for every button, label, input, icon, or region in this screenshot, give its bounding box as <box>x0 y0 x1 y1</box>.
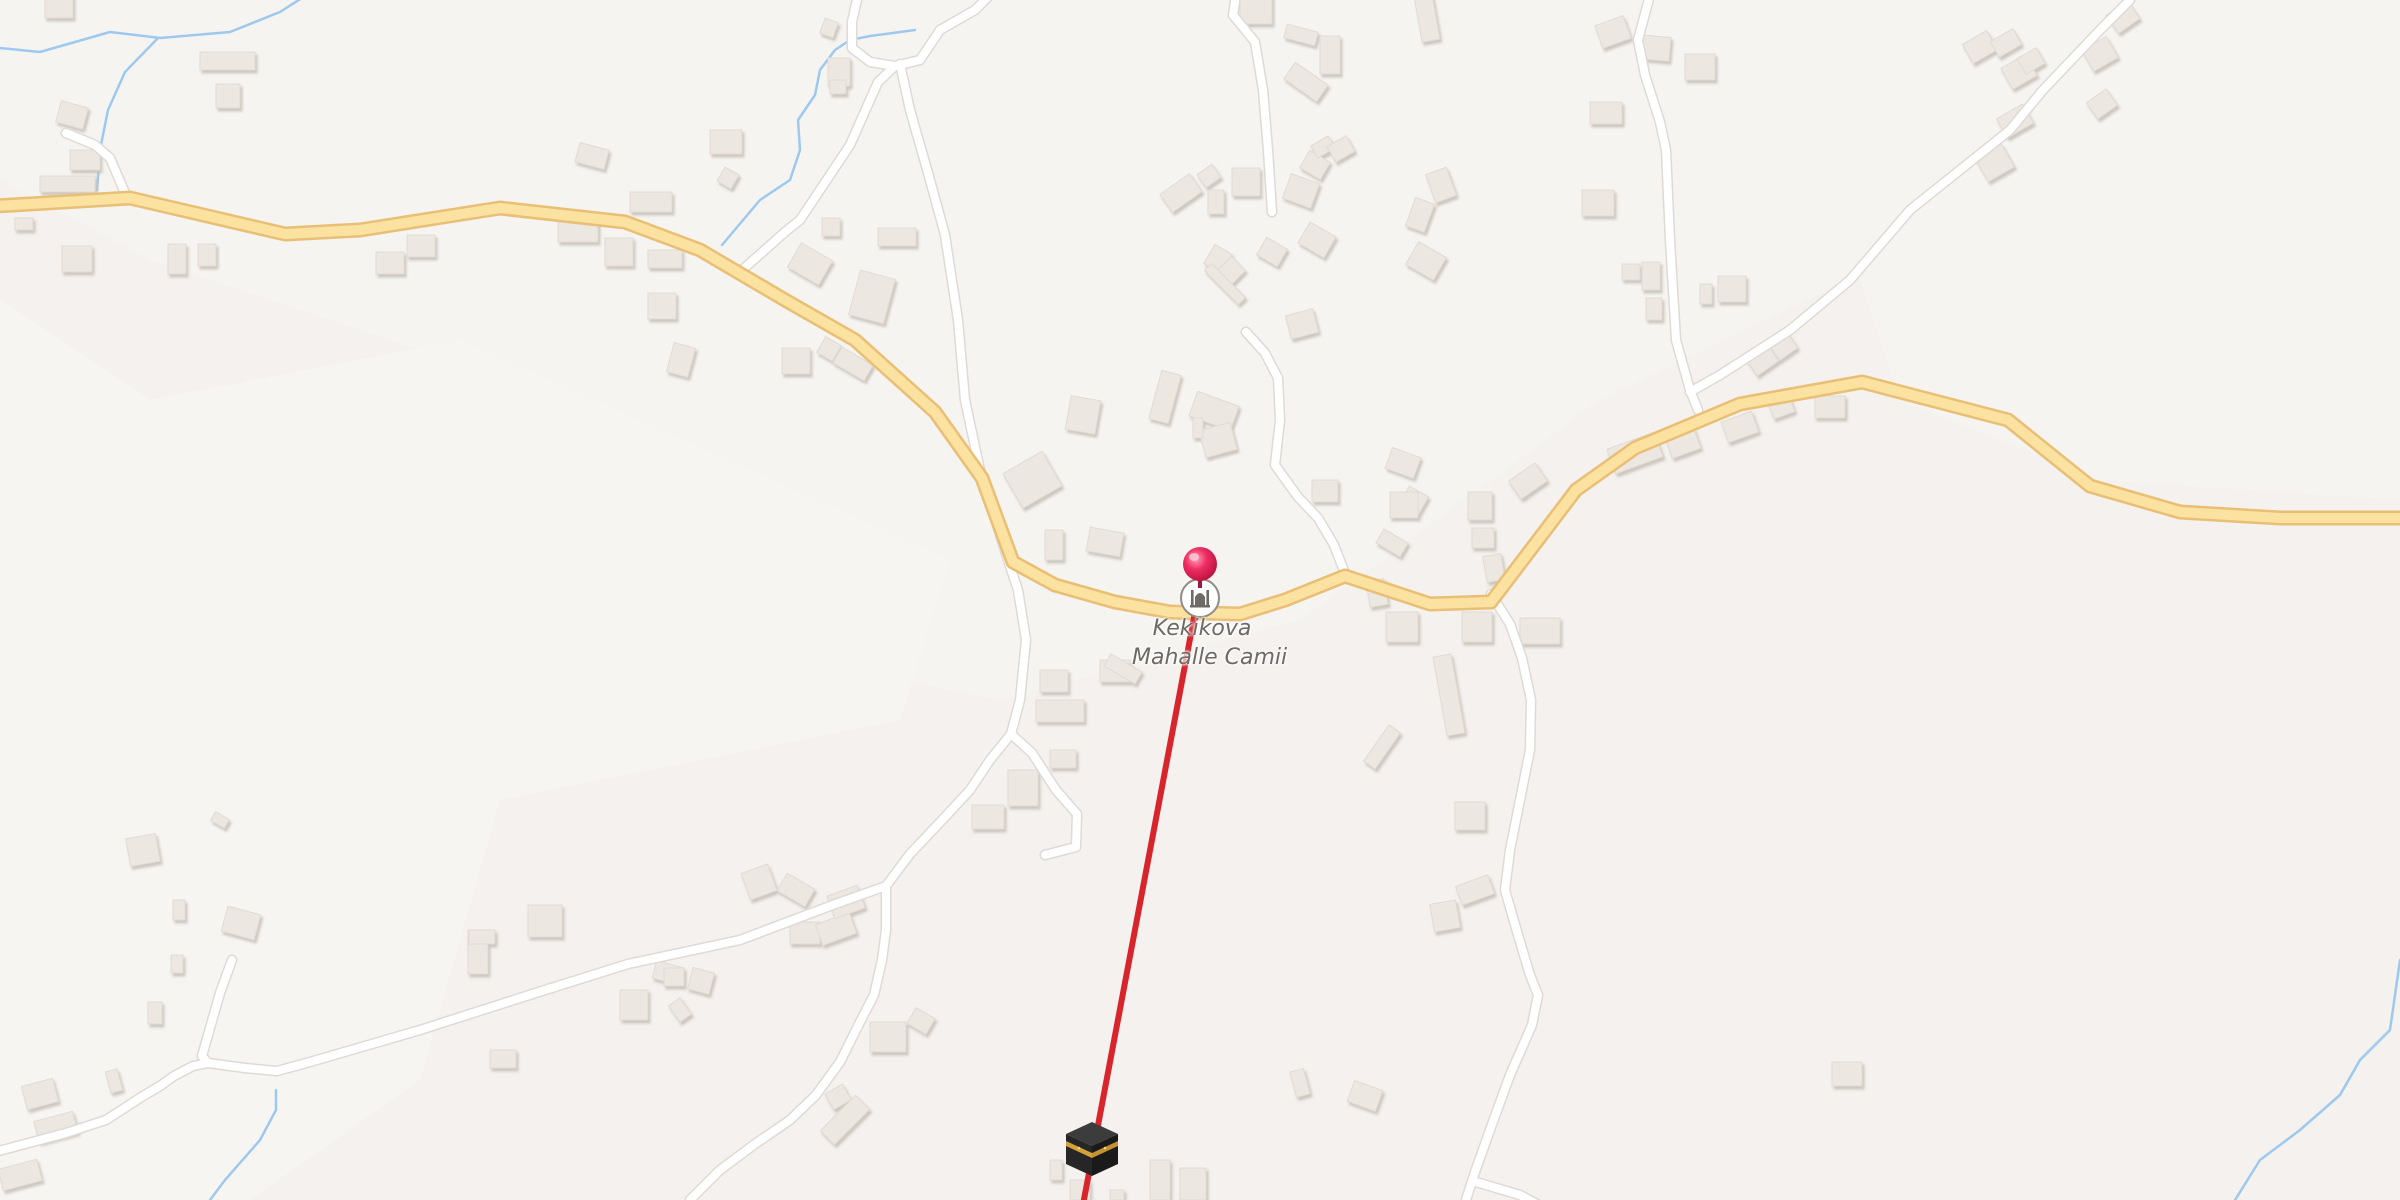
poi-name-line2: Mahalle Camii <box>1132 645 1288 670</box>
map-view[interactable]: Kekikova Mahalle Camii <box>0 0 2400 1200</box>
map-canvas[interactable] <box>0 0 2400 1200</box>
kaaba-icon[interactable] <box>1066 1122 1118 1176</box>
poi-name-line1: Kekikova <box>1152 616 1252 641</box>
poi-label[interactable]: Kekikova Mahalle Camii <box>1132 614 1288 672</box>
stream <box>2233 958 2400 1200</box>
